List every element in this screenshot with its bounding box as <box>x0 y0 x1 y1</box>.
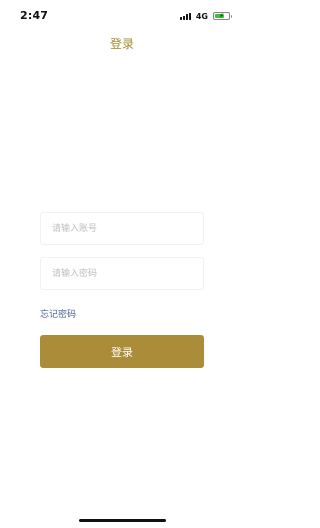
login-button[interactable]: 登录 <box>40 335 204 368</box>
signal-icon <box>179 12 191 20</box>
forgot-password-link[interactable]: 忘记密码 <box>40 307 76 320</box>
password-input[interactable] <box>41 258 203 289</box>
battery-icon: ⚡ <box>213 12 232 20</box>
home-indicator[interactable] <box>79 519 166 522</box>
network-type: 4G <box>195 11 208 21</box>
status-time: 2:47 <box>20 9 49 22</box>
charging-bolt-icon: ⚡ <box>219 12 224 20</box>
account-field[interactable] <box>40 212 204 245</box>
page-title: 登录 <box>109 37 134 51</box>
status-indicators: 4G ⚡ <box>179 11 232 21</box>
password-field[interactable] <box>40 257 204 290</box>
status-bar: 2:47 4G ⚡ <box>0 0 244 30</box>
account-input[interactable] <box>41 213 203 244</box>
